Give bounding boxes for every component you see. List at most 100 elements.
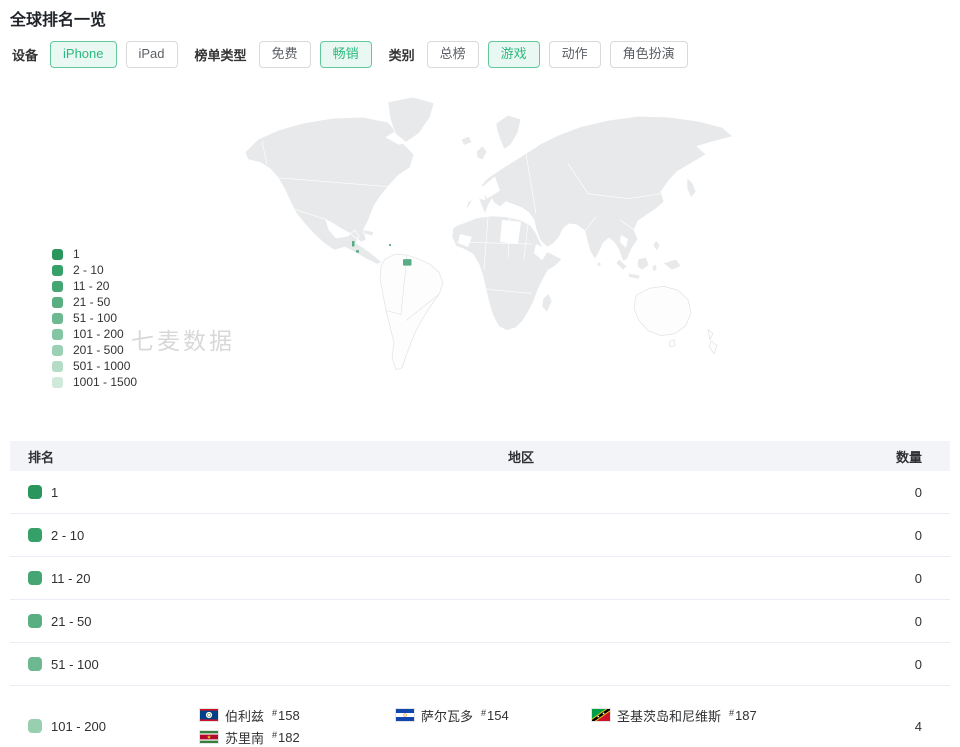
legend-item: 11 - 20 — [52, 278, 137, 294]
legend-color-swatch — [52, 377, 63, 388]
st-kitts-nevis-flag-icon — [592, 709, 610, 721]
count-value: 0 — [842, 614, 950, 629]
rank-color-swatch — [28, 485, 42, 499]
region-column-header: 地区 — [200, 447, 842, 466]
list-type-filter-label: 榜单类型 — [195, 45, 247, 64]
device-option-ipad[interactable]: iPad — [126, 41, 178, 68]
new-guinea-shape — [663, 259, 681, 270]
category-option-overall[interactable]: 总榜 — [427, 41, 479, 68]
legend-label: 2 - 10 — [73, 263, 104, 277]
category-option-action[interactable]: 动作 — [549, 41, 601, 68]
region-list: 伯利兹 #158 萨尔瓦多 #154 圣基茨岛和尼维斯 #187 — [200, 706, 842, 746]
device-option-iphone[interactable]: iPhone — [50, 41, 116, 68]
legend-item: 1 — [52, 246, 137, 262]
category-filter-label: 类别 — [389, 45, 415, 64]
greenland-shape — [388, 97, 434, 142]
borneo-shape — [637, 257, 649, 270]
legend-item: 101 - 200 — [52, 326, 137, 342]
table-row: 1 0 — [10, 471, 950, 514]
japan-shape — [687, 178, 696, 198]
legend-label: 51 - 100 — [73, 311, 117, 325]
legend-item: 501 - 1000 — [52, 358, 137, 374]
belize-flag-icon — [200, 709, 218, 721]
sulawesi-shape — [652, 264, 657, 271]
region-entry-st-kitts-nevis[interactable]: 圣基茨岛和尼维斯 #187 — [592, 706, 788, 724]
rank-range-label: 51 - 100 — [51, 657, 99, 672]
region-name: 伯利兹 — [225, 706, 264, 725]
rank-range-label: 11 - 20 — [51, 571, 91, 586]
legend-item: 2 - 10 — [52, 262, 137, 278]
list-type-option-free[interactable]: 免费 — [259, 41, 311, 68]
suriname-flag-icon — [200, 731, 218, 743]
legend-label: 201 - 500 — [73, 343, 124, 357]
sumatra-shape — [616, 259, 627, 270]
philippines-shape — [653, 240, 660, 251]
st-kitts-nevis-marker[interactable] — [389, 244, 391, 246]
rank-range-label: 1 — [51, 485, 58, 500]
table-header: 排名 地区 数量 — [10, 441, 950, 471]
new-zealand-shape — [708, 330, 717, 354]
region-entry-el-salvador[interactable]: 萨尔瓦多 #154 — [396, 706, 592, 724]
scandinavia-shape — [496, 115, 521, 149]
world-map[interactable] — [238, 93, 738, 385]
legend-label: 1 — [73, 247, 80, 261]
legend-label: 1001 - 1500 — [73, 375, 137, 389]
table-row: 51 - 100 0 — [10, 643, 950, 686]
legend-item: 21 - 50 — [52, 294, 137, 310]
count-column-header: 数量 — [842, 447, 950, 466]
legend-item: 201 - 500 — [52, 342, 137, 358]
rank-column-header: 排名 — [10, 447, 200, 466]
legend-label: 501 - 1000 — [73, 359, 130, 373]
table-row: 2 - 10 0 — [10, 514, 950, 557]
region-name: 圣基茨岛和尼维斯 — [617, 706, 721, 725]
table-row: 21 - 50 0 — [10, 600, 950, 643]
south-america-shape — [380, 254, 443, 370]
tasmania-shape — [669, 340, 675, 347]
legend-label: 11 - 20 — [73, 279, 109, 293]
legend-color-swatch — [52, 297, 63, 308]
el-salvador-flag-icon — [396, 709, 414, 721]
java-shape — [628, 273, 640, 279]
rank-color-swatch — [28, 528, 42, 542]
legend-label: 21 - 50 — [73, 295, 110, 309]
belize-marker[interactable] — [352, 241, 355, 247]
global-rank-panel: 全球排名一览 设备 iPhone iPad 榜单类型 免费 畅销 类别 总榜 游… — [0, 0, 960, 747]
region-rank: #158 — [272, 708, 300, 723]
legend-color-swatch — [52, 249, 63, 260]
count-value: 0 — [842, 528, 950, 543]
count-value: 0 — [842, 571, 950, 586]
uk-shape — [477, 146, 488, 160]
table-row: 11 - 20 0 — [10, 557, 950, 600]
rank-color-swatch — [28, 614, 42, 628]
region-name: 萨尔瓦多 — [421, 706, 473, 725]
region-entry-suriname[interactable]: 苏里南 #182 — [200, 728, 396, 746]
region-rank: #154 — [481, 708, 509, 723]
region-rank: #182 — [272, 730, 300, 745]
rank-range-label: 21 - 50 — [51, 614, 91, 629]
legend-color-swatch — [52, 345, 63, 356]
rank-table: 排名 地区 数量 1 0 2 - 10 0 11 - 20 0 21 - 50 … — [10, 441, 950, 747]
count-value: 0 — [842, 485, 950, 500]
region-entry-belize[interactable]: 伯利兹 #158 — [200, 706, 396, 724]
sri-lanka-shape — [597, 262, 601, 266]
rank-range-label: 101 - 200 — [51, 719, 106, 734]
rank-color-swatch — [28, 657, 42, 671]
list-type-option-grossing[interactable]: 畅销 — [320, 41, 372, 68]
region-rank: #187 — [729, 708, 757, 723]
legend-color-swatch — [52, 265, 63, 276]
legend-item: 51 - 100 — [52, 310, 137, 326]
map-legend: 1 2 - 10 11 - 20 21 - 50 51 - 100 101 - … — [52, 246, 137, 390]
el-salvador-marker[interactable] — [356, 250, 359, 253]
legend-color-swatch — [52, 361, 63, 372]
madagascar-shape — [542, 293, 552, 312]
legend-item: 1001 - 1500 — [52, 374, 137, 390]
suriname-marker[interactable] — [403, 259, 412, 266]
table-row: 101 - 200 伯利兹 #158 萨尔瓦多 #154 圣 — [10, 686, 950, 747]
watermark: 七麦数据 — [131, 322, 235, 356]
category-option-rpg[interactable]: 角色扮演 — [610, 41, 688, 68]
iceland-shape — [461, 136, 472, 145]
category-option-games[interactable]: 游戏 — [488, 41, 540, 68]
legend-label: 101 - 200 — [73, 327, 124, 341]
count-value: 4 — [842, 719, 950, 734]
legend-color-swatch — [52, 281, 63, 292]
